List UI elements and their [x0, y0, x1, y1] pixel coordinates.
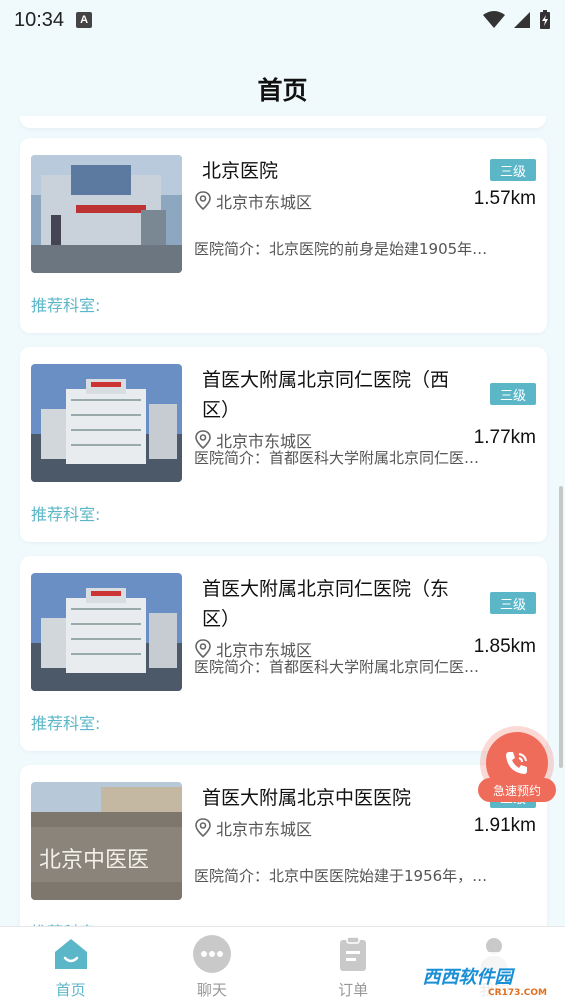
location-text: 北京市东城区	[216, 193, 313, 212]
watermark-subtext: CR173.COM	[488, 988, 547, 998]
hospital-name: 首医大附属北京同仁医院（东区）	[202, 578, 450, 630]
tab-home[interactable]: 首页	[0, 927, 141, 1004]
home-icon	[52, 935, 90, 973]
hospital-name: 首医大附属北京同仁医院（西区）	[202, 369, 450, 421]
status-icons	[483, 10, 551, 30]
hospital-distance: 1.85km	[473, 636, 536, 657]
status-bar: 10:34 A	[0, 0, 565, 40]
notification-icon: A	[76, 12, 93, 28]
recommended-departments-label: 推荐科室:	[31, 714, 101, 733]
hospital-distance: 1.57km	[473, 188, 536, 209]
page-header: 首页	[0, 40, 565, 124]
tab-label: 首页	[55, 981, 86, 999]
svg-text:北京中医医: 北京中医医	[39, 848, 149, 873]
quick-booking-label[interactable]: 急速预约	[478, 778, 556, 802]
battery-icon	[540, 10, 550, 29]
hospital-image	[31, 364, 182, 482]
hospital-level-badge: 三级	[490, 159, 536, 181]
order-icon	[334, 935, 372, 973]
hospital-name: 北京医院	[202, 160, 279, 182]
wifi-icon	[483, 11, 505, 28]
recommended-departments-label: 推荐科室:	[31, 296, 101, 315]
watermark-logo: 西西软件园 CR173.COM	[370, 952, 565, 1000]
hospital-distance: 1.91km	[473, 815, 536, 836]
chat-icon	[192, 935, 231, 973]
signal-icon	[514, 12, 530, 28]
hospital-location: 北京市东城区	[194, 189, 312, 213]
hospital-intro: 医院简介：北京中医医院始建于1956年，…	[194, 867, 488, 885]
hospital-list[interactable]: 北京医院 三级 北京市东城区 1.57km 医院简介：北京医院的前身是始建190…	[20, 138, 547, 974]
hospital-image	[31, 573, 182, 691]
hospital-level-badge: 三级	[490, 383, 536, 405]
tab-label: 订单	[338, 981, 369, 999]
hospital-location: 北京市东城区	[194, 816, 312, 840]
quick-booking-button[interactable]: 急速预约	[478, 732, 556, 808]
status-time: 10:34	[14, 8, 65, 31]
hospital-card[interactable]: 首医大附属北京同仁医院（西区） 三级 北京市东城区 1.77km 医院简介：首都…	[20, 347, 547, 542]
location-pin-icon	[195, 191, 211, 211]
tab-chat[interactable]: 聊天	[141, 927, 282, 1004]
hospital-intro: 医院简介：首都医科大学附属北京同仁医…	[194, 449, 480, 467]
hospital-name: 首医大附属北京中医医院	[202, 787, 412, 809]
scrollbar[interactable]	[559, 486, 563, 768]
hospital-intro: 医院简介：北京医院的前身是始建1905年…	[194, 240, 488, 258]
hospital-image: 北京中医医	[31, 782, 182, 900]
page-title: 首页	[257, 76, 308, 105]
watermark-text: 西西软件园	[422, 967, 513, 988]
recommended-departments-label: 推荐科室:	[31, 505, 101, 524]
location-pin-icon	[195, 818, 211, 838]
hospital-distance: 1.77km	[473, 427, 536, 448]
tab-label: 聊天	[196, 981, 227, 999]
hospital-image	[31, 155, 182, 273]
hospital-card[interactable]: 北京医院 三级 北京市东城区 1.57km 医院简介：北京医院的前身是始建190…	[20, 138, 547, 333]
hospital-intro: 医院简介：首都医科大学附属北京同仁医…	[194, 658, 480, 676]
hospital-card[interactable]: 首医大附属北京同仁医院（东区） 三级 北京市东城区 1.85km 医院简介：首都…	[20, 556, 547, 751]
hospital-level-badge: 三级	[490, 592, 536, 614]
previous-card-edge	[20, 116, 546, 128]
location-text: 北京市东城区	[216, 820, 313, 839]
